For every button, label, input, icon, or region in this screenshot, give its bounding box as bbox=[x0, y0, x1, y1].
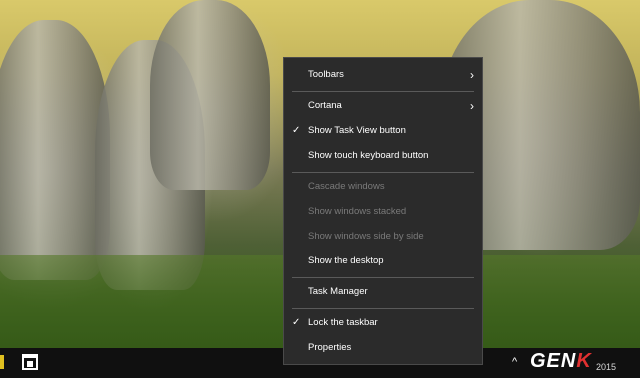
menu-item-label: Show windows stacked bbox=[308, 206, 407, 217]
menu-separator bbox=[292, 308, 474, 309]
rock-formation-left bbox=[0, 20, 110, 280]
menu-item-cascade-windows: Cascade windows bbox=[284, 176, 482, 198]
menu-item-properties[interactable]: Properties bbox=[284, 337, 482, 359]
menu-separator bbox=[292, 277, 474, 278]
store-icon[interactable] bbox=[22, 354, 38, 370]
menu-item-label: Task Manager bbox=[308, 286, 368, 297]
menu-item-show-desktop[interactable]: Show the desktop bbox=[284, 250, 482, 272]
menu-item-label: Lock the taskbar bbox=[308, 317, 378, 328]
check-icon: ✓ bbox=[292, 317, 301, 328]
tray-chevron-icon[interactable]: ^ bbox=[512, 356, 517, 368]
taskbar-app-indicator[interactable] bbox=[0, 355, 4, 369]
chevron-right-icon: › bbox=[470, 68, 474, 82]
menu-item-label: Show windows side by side bbox=[308, 231, 424, 242]
menu-item-show-task-view[interactable]: ✓ Show Task View button bbox=[284, 120, 482, 142]
menu-item-toolbars[interactable]: Toolbars › bbox=[284, 64, 482, 86]
menu-item-label: Cortana bbox=[308, 100, 342, 111]
menu-item-label: Show Task View button bbox=[308, 125, 406, 136]
menu-item-label: Toolbars bbox=[308, 69, 344, 80]
menu-item-label: Properties bbox=[308, 342, 352, 353]
check-icon: ✓ bbox=[292, 125, 301, 136]
menu-separator bbox=[292, 172, 474, 173]
menu-item-task-manager[interactable]: Task Manager bbox=[284, 281, 482, 303]
watermark-text: GEN bbox=[530, 350, 577, 372]
watermark-text-k: K bbox=[576, 350, 592, 372]
rock-formation-back bbox=[150, 0, 270, 190]
menu-item-show-touch-keyboard[interactable]: Show touch keyboard button bbox=[284, 145, 482, 167]
menu-item-show-windows-side-by-side: Show windows side by side bbox=[284, 226, 482, 248]
menu-item-lock-taskbar[interactable]: ✓ Lock the taskbar bbox=[284, 312, 482, 334]
menu-item-show-windows-stacked: Show windows stacked bbox=[284, 201, 482, 223]
menu-item-label: Show the desktop bbox=[308, 255, 384, 266]
menu-item-cortana[interactable]: Cortana › bbox=[284, 95, 482, 117]
genk-watermark-logo: GENK bbox=[530, 350, 640, 376]
chevron-right-icon: › bbox=[470, 99, 474, 113]
taskbar-context-menu: Toolbars › Cortana › ✓ Show Task View bu… bbox=[283, 57, 483, 365]
menu-item-label: Show touch keyboard button bbox=[308, 150, 429, 161]
menu-separator bbox=[292, 91, 474, 92]
menu-item-label: Cascade windows bbox=[308, 181, 385, 192]
